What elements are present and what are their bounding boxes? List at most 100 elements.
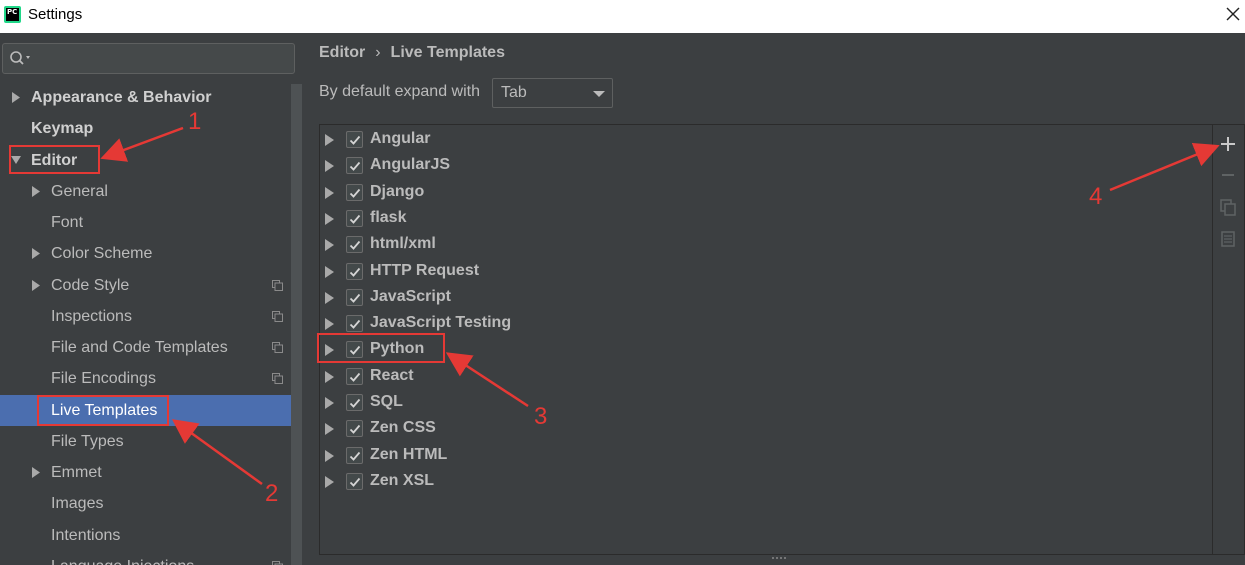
template-group-angularjs[interactable]: AngularJS: [320, 153, 1210, 179]
breadcrumb-live-templates: Live Templates: [390, 44, 505, 61]
annotation-box-editor: [9, 145, 100, 174]
collapsed-arrow-icon[interactable]: [325, 239, 334, 251]
sidebar-item-label: Emmet: [51, 464, 102, 481]
template-group-zen-css[interactable]: Zen CSS: [320, 416, 1210, 442]
project-scope-icon: [272, 311, 283, 322]
project-scope-icon: [272, 561, 283, 565]
chevron-down-icon: [593, 91, 605, 97]
add-template-button[interactable]: [1216, 132, 1240, 156]
template-group-angular[interactable]: Angular: [320, 127, 1210, 153]
template-group-label: Zen XSL: [370, 472, 435, 489]
sidebar-item-color-scheme[interactable]: Color Scheme: [0, 238, 291, 269]
sidebar-item-file-encodings[interactable]: File Encodings: [0, 363, 291, 394]
checkmark-icon: [349, 451, 361, 461]
template-group-label: html/xml: [370, 235, 436, 252]
collapsed-arrow-icon[interactable]: [10, 82, 22, 113]
sidebar-item-label: File Types: [51, 433, 124, 450]
template-group-checkbox[interactable]: [346, 368, 363, 385]
sidebar-item-label: Font: [51, 214, 84, 231]
collapsed-arrow-icon[interactable]: [325, 423, 334, 435]
sidebar-item-font[interactable]: Font: [0, 207, 291, 238]
expand-with-value: Tab: [501, 84, 527, 101]
pycharm-app-icon: PC: [4, 6, 21, 23]
project-scope-icon: [272, 342, 283, 353]
settings-window: PC Settings Appearance & Behavior Keymap E…: [0, 0, 1245, 565]
template-group-checkbox[interactable]: [346, 473, 363, 490]
template-group-checkbox[interactable]: [346, 420, 363, 437]
sidebar-item-label: File and Code Templates: [51, 339, 228, 356]
template-group-checkbox[interactable]: [346, 263, 363, 280]
app-icon-text: PC: [6, 8, 19, 21]
settings-sidebar: Appearance & Behavior Keymap Editor General…: [0, 33, 305, 565]
template-group-label: Angular: [370, 130, 431, 147]
template-group-checkbox[interactable]: [346, 289, 363, 306]
sidebar-item-file-types[interactable]: File Types: [0, 426, 291, 457]
sidebar-item-file-and-code-templates[interactable]: File and Code Templates: [0, 332, 291, 363]
template-group-checkbox[interactable]: [346, 184, 363, 201]
copy-template-button[interactable]: [1216, 195, 1240, 219]
sidebar-item-general[interactable]: General: [0, 176, 291, 207]
settings-search-input[interactable]: [2, 43, 295, 74]
template-group-html-xml[interactable]: html/xml: [320, 232, 1210, 258]
checkmark-icon: [349, 424, 361, 434]
collapsed-arrow-icon[interactable]: [325, 134, 334, 146]
collapsed-arrow-icon[interactable]: [325, 292, 334, 304]
checkmark-icon: [349, 319, 361, 329]
template-group-javascript-testing[interactable]: JavaScript Testing: [320, 311, 1210, 337]
sidebar-item-emmet[interactable]: Emmet: [0, 457, 291, 488]
breadcrumb: Editor › Live Templates: [319, 44, 505, 62]
sidebar-item-keymap[interactable]: Keymap: [0, 113, 291, 144]
annotation-label-1: 1: [188, 108, 202, 135]
collapsed-arrow-icon[interactable]: [325, 213, 334, 225]
collapsed-arrow-icon[interactable]: [325, 371, 334, 383]
remove-template-button[interactable]: [1216, 163, 1240, 187]
template-group-checkbox[interactable]: [346, 394, 363, 411]
sidebar-item-label: Appearance & Behavior: [31, 89, 212, 106]
project-scope-icon: [272, 280, 283, 291]
template-group-react[interactable]: React: [320, 364, 1210, 390]
template-group-http-request[interactable]: HTTP Request: [320, 259, 1210, 285]
template-group-flask[interactable]: flask: [320, 206, 1210, 232]
sidebar-scrollbar[interactable]: [291, 84, 302, 565]
template-group-zen-html[interactable]: Zen HTML: [320, 443, 1210, 469]
collapsed-arrow-icon[interactable]: [30, 270, 42, 301]
collapsed-arrow-icon[interactable]: [325, 318, 334, 330]
template-group-sql[interactable]: SQL: [320, 390, 1210, 416]
close-button[interactable]: [1220, 0, 1245, 30]
sidebar-item-label: Inspections: [51, 308, 132, 325]
checkmark-icon: [349, 214, 361, 224]
sidebar-item-language-injections[interactable]: Language Injections: [0, 551, 291, 565]
template-group-checkbox[interactable]: [346, 210, 363, 227]
template-group-zen-xsl[interactable]: Zen XSL: [320, 469, 1210, 495]
sidebar-item-code-style[interactable]: Code Style: [0, 270, 291, 301]
collapsed-arrow-icon[interactable]: [30, 457, 42, 488]
expand-with-select[interactable]: Tab: [492, 78, 613, 108]
expand-with-label: By default expand with: [319, 83, 480, 100]
collapsed-arrow-icon[interactable]: [325, 160, 334, 172]
breadcrumb-editor[interactable]: Editor: [319, 44, 365, 61]
template-group-checkbox[interactable]: [346, 447, 363, 464]
collapsed-arrow-icon[interactable]: [325, 397, 334, 409]
collapsed-arrow-icon[interactable]: [30, 176, 42, 207]
sidebar-item-inspections[interactable]: Inspections: [0, 301, 291, 332]
collapsed-arrow-icon[interactable]: [325, 187, 334, 199]
template-group-label: SQL: [370, 393, 403, 410]
template-group-javascript[interactable]: JavaScript: [320, 285, 1210, 311]
splitter-handle[interactable]: [770, 555, 790, 561]
collapsed-arrow-icon[interactable]: [30, 238, 42, 269]
template-group-checkbox[interactable]: [346, 236, 363, 253]
sidebar-item-appearance-behavior[interactable]: Appearance & Behavior: [0, 82, 291, 113]
collapsed-arrow-icon[interactable]: [325, 476, 334, 488]
template-group-django[interactable]: Django: [320, 180, 1210, 206]
collapsed-arrow-icon[interactable]: [325, 266, 334, 278]
sidebar-item-intentions[interactable]: Intentions: [0, 520, 291, 551]
template-group-checkbox[interactable]: [346, 315, 363, 332]
checkmark-icon: [349, 135, 361, 145]
template-group-python[interactable]: Python: [320, 337, 1210, 363]
collapsed-arrow-icon[interactable]: [325, 450, 334, 462]
template-group-checkbox[interactable]: [346, 131, 363, 148]
sidebar-item-images[interactable]: Images: [0, 488, 291, 519]
checkmark-icon: [349, 161, 361, 171]
template-group-checkbox[interactable]: [346, 157, 363, 174]
restore-defaults-button[interactable]: [1216, 227, 1240, 251]
